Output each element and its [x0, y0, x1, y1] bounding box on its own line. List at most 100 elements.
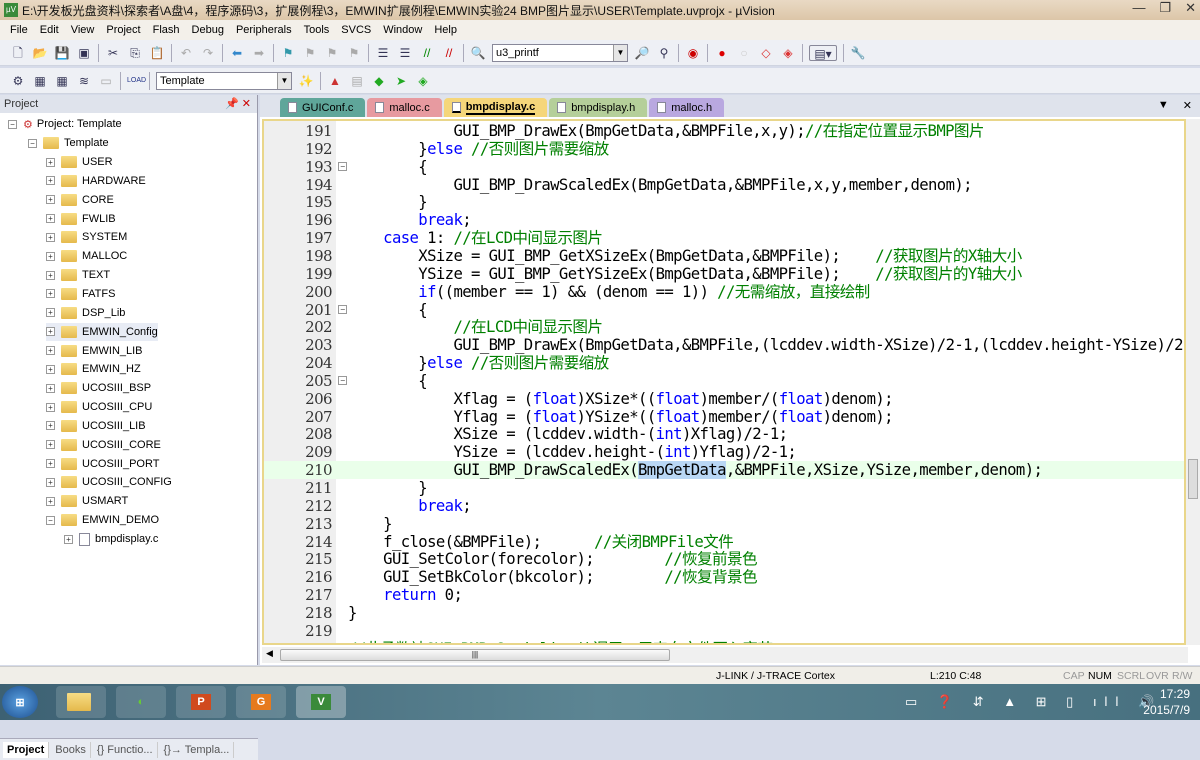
expand-icon[interactable]: + [46, 157, 55, 167]
load-icon[interactable]: LOAD [127, 73, 146, 89]
collapse-icon[interactable]: − [8, 119, 17, 129]
panel-tab-1[interactable]: Books [51, 741, 91, 758]
navigate-forward-icon[interactable]: ➡ [251, 45, 267, 61]
save-all-icon[interactable]: ▣ [76, 45, 92, 61]
batch-build-icon[interactable]: ≋ [76, 73, 92, 89]
scroll-left-icon[interactable]: ◀ [266, 648, 273, 659]
next-bookmark-icon[interactable]: ⚑ [324, 45, 340, 61]
tree-folder-user[interactable]: + USER [46, 153, 113, 171]
menu-tools[interactable]: Tools [304, 24, 330, 36]
comment-icon[interactable]: // [419, 45, 435, 61]
tree-folder-hardware[interactable]: + HARDWARE [46, 172, 146, 190]
chevron-down-icon[interactable]: ▼ [613, 44, 627, 61]
find-in-files-icon[interactable]: 🔍 [470, 45, 486, 61]
uvision-taskbar-icon[interactable]: V [296, 686, 346, 718]
unindent-icon[interactable]: ☰ [397, 45, 413, 61]
expand-icon[interactable]: + [46, 214, 55, 224]
tree-folder-ucosiii-config[interactable]: + UCOSIII_CONFIG [46, 473, 172, 491]
tab-malloc-c[interactable]: malloc.c [367, 98, 442, 117]
select-packs-icon[interactable]: ◆ [371, 73, 387, 89]
tree-folder-emwin-demo[interactable]: − EMWIN_DEMO [46, 511, 159, 529]
horizontal-scroll-thumb[interactable]: ||| [280, 649, 670, 661]
paste-icon[interactable]: 📋 [149, 45, 165, 61]
new-file-icon[interactable]: 🗋 [10, 45, 26, 61]
expand-icon[interactable]: + [46, 346, 55, 355]
menu-window[interactable]: Window [383, 24, 422, 36]
stop-build-icon[interactable]: ▭ [98, 73, 114, 89]
expand-icon[interactable]: + [46, 251, 55, 261]
tab-malloc-h[interactable]: malloc.h [649, 98, 725, 117]
expand-icon[interactable]: + [46, 308, 55, 318]
menu-peripherals[interactable]: Peripherals [236, 24, 292, 36]
menu-help[interactable]: Help [434, 24, 457, 36]
tree-folder-fatfs[interactable]: + FATFS [46, 285, 115, 303]
tab-list-icon[interactable]: ▼ [1158, 99, 1169, 112]
expand-icon[interactable]: + [46, 402, 55, 412]
kill-breakpoints-icon[interactable]: ◈ [780, 45, 796, 61]
tree-folder-system[interactable]: + SYSTEM [46, 228, 127, 246]
expand-icon[interactable]: + [46, 289, 55, 299]
expand-icon[interactable]: + [46, 477, 55, 487]
expand-icon[interactable]: + [46, 232, 55, 242]
tree-folder-ucosiii-port[interactable]: + UCOSIII_PORT [46, 455, 159, 473]
expand-icon[interactable]: + [46, 176, 55, 186]
horizontal-scrollbar[interactable]: ◀ ||| [262, 647, 1188, 663]
panel-tab-2[interactable]: {} Functio... [93, 741, 158, 758]
panel-tab-3[interactable]: {}→ Templa... [160, 741, 235, 758]
vertical-scrollbar[interactable] [1186, 119, 1200, 645]
tree-folder-dsp-lib[interactable]: + DSP_Lib [46, 304, 125, 322]
target-select[interactable]: Template ▼ [156, 71, 292, 90]
tree-folder-ucosiii-core[interactable]: + UCOSIII_CORE [46, 436, 161, 454]
indent-icon[interactable]: ☰ [375, 45, 391, 61]
tree-group-template[interactable]: − Template [28, 134, 109, 152]
qq-browser-taskbar-icon[interactable]: ◐ [116, 686, 166, 718]
tree-folder-text[interactable]: + TEXT [46, 266, 110, 284]
expand-icon[interactable]: + [46, 270, 55, 280]
disable-breakpoint-icon[interactable]: ○ [736, 45, 752, 61]
target-options-icon[interactable]: ✨ [298, 73, 314, 89]
undo-icon[interactable]: ↶ [178, 45, 194, 61]
tree-folder-emwin-config[interactable]: + EMWIN_Config [46, 322, 158, 341]
clear-bookmarks-icon[interactable]: ⚑ [346, 45, 362, 61]
panel-close-icon[interactable]: ✕ [242, 98, 251, 110]
incremental-find-icon[interactable]: ⚲ [656, 45, 672, 61]
uncomment-icon[interactable]: // [441, 45, 457, 61]
fold-toggle-icon[interactable]: − [338, 375, 347, 385]
tree-folder-ucosiii-cpu[interactable]: + UCOSIII_CPU [46, 398, 152, 416]
menu-flash[interactable]: Flash [153, 24, 180, 36]
expand-icon[interactable]: + [46, 459, 55, 469]
tab-GUIConf-c[interactable]: GUIConf.c [280, 98, 366, 117]
fold-toggle-icon[interactable]: − [338, 161, 347, 171]
close-editor-icon[interactable]: ✕ [1183, 99, 1192, 112]
tree-folder-malloc[interactable]: + MALLOC [46, 247, 127, 265]
run-time-env-icon[interactable]: ◈ [415, 73, 431, 89]
expand-icon[interactable]: + [46, 364, 55, 374]
cut-icon[interactable]: ✂ [105, 45, 121, 61]
panel-tab-0[interactable]: Project [3, 741, 50, 758]
expand-icon[interactable]: + [64, 534, 73, 544]
expand-icon[interactable]: + [46, 421, 55, 431]
tab-bmpdisplay-h[interactable]: bmpdisplay.h [549, 98, 648, 117]
menu-svcs[interactable]: SVCS [341, 24, 371, 36]
expand-icon[interactable]: + [46, 195, 55, 205]
manage-project-icon[interactable]: ▲ [327, 73, 343, 89]
expand-icon[interactable]: + [46, 327, 55, 337]
start-button[interactable]: ⊞ [2, 686, 38, 718]
tree-file-bmpdisplay[interactable]: + bmpdisplay.c [64, 530, 158, 548]
expand-icon[interactable]: + [46, 496, 55, 506]
tab-bmpdisplay-c[interactable]: bmpdisplay.c [443, 98, 548, 117]
tree-root[interactable]: − ⚙ Project: Template [8, 115, 122, 133]
window-layout-icon[interactable]: ▤▾ [809, 44, 837, 61]
tree-folder-usmart[interactable]: + USMART [46, 492, 128, 510]
menu-file[interactable]: File [10, 24, 28, 36]
tree-folder-core[interactable]: + CORE [46, 191, 114, 209]
copy-icon[interactable]: ⎘ [127, 45, 143, 61]
collapse-icon[interactable]: − [28, 138, 37, 148]
system-tray-icons[interactable]: ▭ ❓ ⇵ ▲ ⊞ ▯ ıll 🔊 [905, 694, 1162, 710]
menu-view[interactable]: View [71, 24, 95, 36]
navigate-back-icon[interactable]: ⬅ [229, 45, 245, 61]
find-icon[interactable]: 🔎 [634, 45, 650, 61]
redo-icon[interactable]: ↷ [200, 45, 216, 61]
expand-icon[interactable]: + [46, 440, 55, 450]
chevron-down-icon[interactable]: ▼ [277, 72, 291, 89]
